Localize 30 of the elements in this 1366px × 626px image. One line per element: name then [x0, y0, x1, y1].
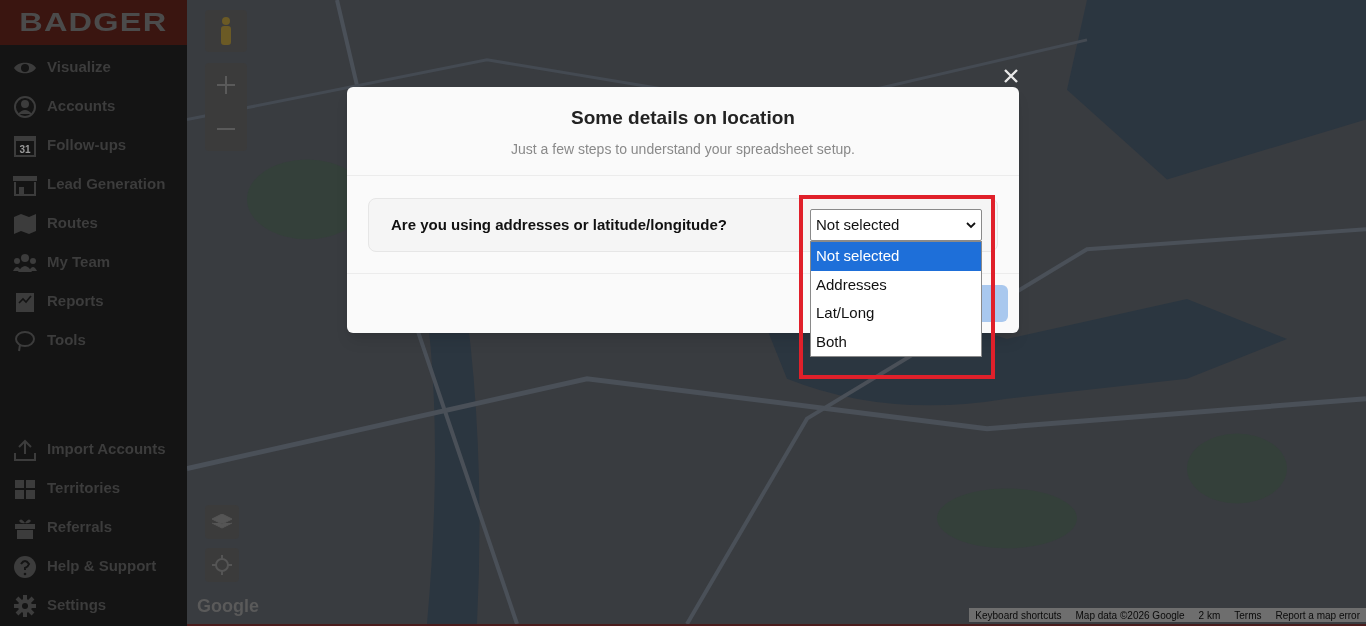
plus-icon — [217, 76, 235, 94]
close-icon — [1004, 69, 1018, 83]
layers-icon — [212, 514, 232, 530]
dialog-title: Some details on location — [571, 106, 795, 131]
attribution-link[interactable]: Keyboard shortcuts — [975, 607, 1062, 623]
layers-button[interactable] — [205, 505, 239, 539]
crosshair-icon — [212, 555, 232, 575]
grid-icon — [13, 477, 37, 500]
attribution-link[interactable]: Report a map error — [1275, 607, 1360, 623]
map-icon — [13, 212, 37, 235]
location-type-select[interactable]: Not selected — [810, 209, 982, 241]
attribution-link[interactable]: Map data ©2026 Google — [1075, 607, 1185, 623]
question-text: Are you using addresses or latitude/longitude? — [391, 214, 727, 235]
logo: BADGER — [19, 6, 168, 39]
team-icon — [13, 251, 37, 274]
dropdown-option[interactable]: Not selected — [811, 242, 981, 271]
storefront-icon — [13, 173, 37, 196]
help-icon — [13, 555, 37, 578]
chevron-down-icon — [966, 221, 976, 229]
lasso-icon — [13, 329, 37, 352]
street-view-button[interactable] — [205, 10, 247, 52]
attribution-link[interactable]: Terms — [1234, 607, 1262, 623]
calendar-icon: 31 — [13, 134, 37, 157]
chart-icon — [13, 290, 37, 313]
attribution-link[interactable]: 2 km — [1198, 607, 1221, 623]
dialog-subtitle: Just a few steps to understand your spreadsheet setup. — [511, 139, 855, 159]
locate-button[interactable] — [205, 548, 239, 582]
settings-icon — [13, 594, 37, 617]
upload-icon — [13, 438, 37, 461]
user-icon — [13, 95, 37, 118]
